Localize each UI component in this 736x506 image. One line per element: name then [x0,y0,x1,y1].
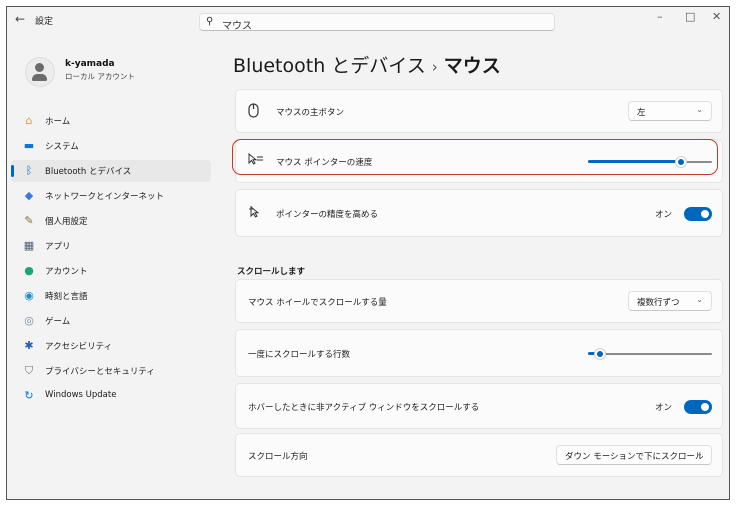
setting-primary-button: マウスの主ボタン 左 ⌄ [235,89,723,133]
sidebar-item-globe[interactable]: ◉ 時刻と言語 [11,285,211,307]
setting-label: マウス ホイールでスクロールする量 [248,298,387,308]
dropdown-value: 複数行ずつ [637,298,680,308]
settings-window: ← 設定 ⚲ マウス – □ ✕ k-yamada ローカル アカウント ⌂ ホー… [6,6,730,500]
globe-icon: ◉ [24,289,34,302]
app-title: 設定 [35,17,54,27]
chevron-down-icon: ⌄ [696,295,703,304]
search-box[interactable]: ⚲ マウス [199,13,555,32]
sidebar-item-label: プライバシーとセキュリティ [45,367,155,377]
setting-lines-per-scroll: 一度にスクロールする行数 [235,329,723,377]
highlight-frame [232,139,718,175]
selection-indicator [11,165,14,177]
sidebar-item-account[interactable]: ● アカウント [11,260,211,282]
setting-label: ホバーしたときに非アクティブ ウィンドウをスクロールする [248,403,480,413]
account-type: ローカル アカウント [65,72,135,81]
wheel-amount-dropdown[interactable]: 複数行ずつ ⌄ [628,291,712,311]
account-icon: ● [24,264,34,277]
sidebar-item-label: Bluetooth とデバイス [45,167,132,177]
user-name: k-yamada [65,59,115,69]
search-icon: ⚲ [206,16,214,27]
minimize-button[interactable]: – [657,10,663,23]
sidebar-item-update[interactable]: ↻ Windows Update [11,385,211,407]
slider-track [588,353,712,355]
setting-scroll-direction: スクロール方向 ダウン モーションで下にスクロール ⌄ [235,433,723,477]
sidebar-item-label: 個人用設定 [45,217,88,227]
breadcrumb: Bluetooth とデバイス › マウス [233,51,501,78]
sidebar-item-brush[interactable]: ✎ 個人用設定 [11,210,211,232]
avatar-head [35,63,44,72]
sidebar-item-label: ホーム [45,117,71,127]
apps-icon: ▦ [23,239,35,252]
setting-label: マウスの主ボタン [276,108,345,118]
sidebar-item-bluetooth[interactable]: ᛒ Bluetooth とデバイス [11,160,211,182]
toggle-state-label: オン [654,403,672,413]
sidebar-item-label: 時刻と言語 [45,292,88,302]
sidebar-item-label: システム [45,142,79,152]
gamepad-icon: ◎ [24,314,34,327]
sidebar-item-label: ゲーム [45,317,71,327]
lines-per-scroll-slider[interactable] [588,348,712,360]
avatar-body [32,74,47,81]
sidebar-item-label: アクセシビリティ [45,342,113,352]
dropdown-value: ダウン モーションで下にスクロール [565,452,704,462]
avatar[interactable] [25,57,55,87]
sidebar-item-label: Windows Update [45,390,117,400]
sidebar-item-wifi[interactable]: ◆ ネットワークとインターネット [11,185,211,207]
setting-pointer-precision: ポインターの精度を高める オン [235,189,723,237]
bluetooth-icon: ᛒ [25,164,33,177]
back-arrow-icon[interactable]: ← [15,12,25,26]
page-title: マウス [443,55,501,77]
update-icon: ↻ [24,389,34,402]
maximize-button[interactable]: □ [685,10,695,23]
primary-button-dropdown[interactable]: 左 ⌄ [628,101,712,121]
title-bar: ← 設定 ⚲ マウス – □ ✕ [7,7,729,33]
sidebar-item-shield[interactable]: ⛉ プライバシーとセキュリティ [11,360,211,382]
breadcrumb-separator-icon: › [431,58,438,76]
setting-label: ポインターの精度を高める [276,210,379,220]
home-icon: ⌂ [25,114,33,127]
section-title: スクロールします [237,267,306,277]
monitor-icon: ▬ [23,139,35,152]
dropdown-value: 左 [637,108,646,118]
toggle-state-label: オン [654,210,672,220]
setting-label: スクロール方向 [248,452,308,462]
hover-scroll-toggle-group: オン [642,400,712,414]
setting-hover-scroll: ホバーしたときに非アクティブ ウィンドウをスクロールする オン [235,383,723,429]
wifi-icon: ◆ [24,189,34,202]
chevron-down-icon: ⌄ [696,105,703,114]
pointer-precision-icon [248,205,262,223]
sidebar-item-label: アカウント [45,267,88,277]
pointer-precision-toggle[interactable] [684,207,712,221]
accessibility-icon: ✱ [24,339,34,352]
mouse-icon [248,103,259,121]
sidebar-item-gamepad[interactable]: ◎ ゲーム [11,310,211,332]
sidebar-item-label: ネットワークとインターネット [45,192,165,202]
breadcrumb-parent[interactable]: Bluetooth とデバイス [233,55,426,77]
sidebar-item-apps[interactable]: ▦ アプリ [11,235,211,257]
search-input[interactable]: マウス [222,17,252,32]
sidebar-item-monitor[interactable]: ▬ システム [11,135,211,157]
setting-label: 一度にスクロールする行数 [248,350,351,360]
slider-thumb[interactable] [595,349,606,359]
toggle-knob [701,210,709,218]
hover-scroll-toggle[interactable] [684,400,712,414]
shield-icon: ⛉ [24,364,34,377]
pointer-precision-toggle-group: オン [642,207,712,221]
brush-icon: ✎ [24,214,34,227]
sidebar-item-home[interactable]: ⌂ ホーム [11,110,211,132]
setting-wheel-amount: マウス ホイールでスクロールする量 複数行ずつ ⌄ [235,279,723,323]
close-button[interactable]: ✕ [712,10,721,23]
sidebar-item-label: アプリ [45,242,71,252]
chevron-down-icon: ⌄ [696,449,703,458]
toggle-knob [701,403,709,411]
scroll-direction-dropdown[interactable]: ダウン モーションで下にスクロール ⌄ [556,445,712,465]
sidebar-item-accessibility[interactable]: ✱ アクセシビリティ [11,335,211,357]
